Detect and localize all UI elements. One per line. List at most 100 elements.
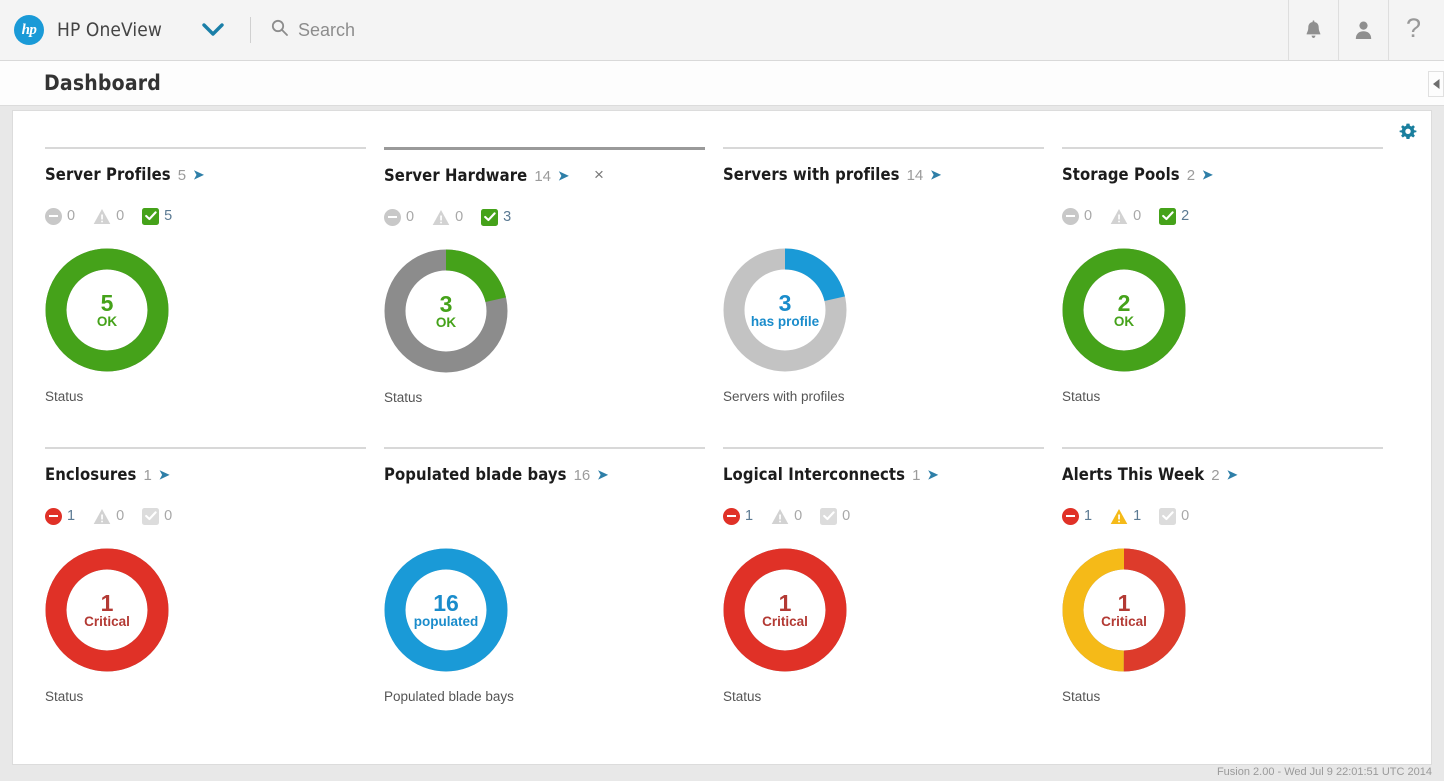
- card-header: Logical Interconnects1➤: [723, 465, 1044, 484]
- collapse-left-arrow-icon[interactable]: [1428, 71, 1444, 97]
- warning-status-icon: [1110, 508, 1128, 525]
- status-summary-row: 0 0 5: [45, 206, 366, 226]
- card-count: 5: [178, 167, 186, 184]
- search-input[interactable]: [298, 20, 598, 41]
- status-ok-count[interactable]: 3: [481, 209, 511, 226]
- card-drilldown-arrow-icon[interactable]: ➤: [193, 167, 204, 183]
- dashboard-card[interactable]: Storage Pools2➤ 0 0 2 2OK Status: [1062, 147, 1401, 447]
- card-header: Storage Pools2➤: [1062, 165, 1383, 184]
- status-warning-count[interactable]: 1: [1110, 508, 1141, 525]
- status-critical-count[interactable]: 1: [723, 508, 753, 525]
- warning-status-icon: [432, 209, 450, 226]
- status-warning-count[interactable]: 0: [1110, 208, 1141, 225]
- dashboard-panel: Server Profiles5➤0055OKStatusServer Hard…: [12, 110, 1432, 765]
- donut-chart: [45, 548, 169, 672]
- card-count: 14: [534, 168, 551, 185]
- status-ok-count[interactable]: 5: [142, 208, 172, 225]
- donut-chart-wrapper[interactable]: 5OK: [45, 248, 169, 372]
- status-warning-count[interactable]: 0: [432, 209, 463, 226]
- card-header: Alerts This Week2➤: [1062, 465, 1383, 484]
- status-warning-count[interactable]: 0: [771, 508, 802, 525]
- card-drilldown-arrow-icon[interactable]: ➤: [159, 467, 170, 483]
- donut-chart-wrapper[interactable]: 16populated: [384, 548, 508, 672]
- status-count-value: 5: [164, 208, 172, 224]
- version-timestamp-label: Fusion 2.00 - Wed Jul 9 22:01:51 UTC 201…: [1217, 766, 1432, 778]
- search-icon: [271, 19, 288, 41]
- card-drilldown-arrow-icon[interactable]: ➤: [927, 467, 938, 483]
- donut-caption: Status: [1062, 389, 1383, 404]
- card-drilldown-arrow-icon[interactable]: ➤: [558, 168, 569, 184]
- card-top-rule: [384, 147, 705, 150]
- status-critical-count[interactable]: 0: [384, 209, 414, 226]
- card-header: Server Hardware14➤×: [384, 166, 705, 185]
- ok-status-icon: [1159, 508, 1176, 525]
- donut-caption: Status: [45, 389, 366, 404]
- donut-chart: [723, 548, 847, 672]
- search-area[interactable]: [271, 19, 598, 41]
- card-top-rule: [1062, 447, 1383, 449]
- status-count-value: 0: [1133, 208, 1141, 224]
- donut-caption: Status: [45, 689, 366, 704]
- card-count: 1: [912, 467, 920, 484]
- donut-chart-wrapper[interactable]: 1Critical: [1062, 548, 1186, 672]
- status-ok-count[interactable]: 0: [142, 508, 172, 525]
- card-top-rule: [1062, 147, 1383, 149]
- status-ok-count[interactable]: 0: [820, 508, 850, 525]
- dashboard-card[interactable]: Alerts This Week2➤ 1 1 0 1Critical Status: [1062, 447, 1401, 747]
- donut-chart-wrapper[interactable]: 1Critical: [45, 548, 169, 672]
- ok-status-icon: [1159, 208, 1176, 225]
- donut-caption: Status: [1062, 689, 1383, 704]
- card-drilldown-arrow-icon[interactable]: ➤: [930, 167, 941, 183]
- page-title-bar: Dashboard: [0, 61, 1444, 106]
- status-count-value: 0: [67, 208, 75, 224]
- brand-area[interactable]: hp HP OneView: [0, 15, 162, 45]
- status-count-value: 0: [794, 508, 802, 524]
- donut-chart-wrapper[interactable]: 2OK: [1062, 248, 1186, 372]
- chevron-down-icon[interactable]: [200, 17, 226, 43]
- card-title: Enclosures: [45, 465, 136, 484]
- status-critical-count[interactable]: 1: [45, 508, 75, 525]
- dashboard-card[interactable]: Populated blade bays16➤16populatedPopula…: [384, 447, 723, 747]
- dashboard-card[interactable]: Server Profiles5➤0055OKStatus: [45, 147, 384, 447]
- notifications-bell-icon[interactable]: [1288, 0, 1338, 60]
- card-drilldown-arrow-icon[interactable]: ➤: [1227, 467, 1238, 483]
- status-warning-count[interactable]: 0: [93, 208, 124, 225]
- donut-chart: [45, 248, 169, 372]
- ok-status-icon: [142, 208, 159, 225]
- close-icon[interactable]: ×: [594, 166, 604, 183]
- donut-chart-wrapper[interactable]: 1Critical: [723, 548, 847, 672]
- dashboard-card[interactable]: Server Hardware14➤×0033OKStatus: [384, 147, 723, 447]
- donut-chart-wrapper[interactable]: 3has profile: [723, 248, 847, 372]
- status-critical-count[interactable]: 0: [1062, 208, 1092, 225]
- ok-status-icon: [481, 209, 498, 226]
- status-warning-count[interactable]: 0: [93, 508, 124, 525]
- brand-name-label: HP OneView: [57, 19, 162, 41]
- status-count-value: 1: [1084, 508, 1092, 524]
- card-count: 1: [143, 467, 151, 484]
- status-count-value: 0: [455, 209, 463, 225]
- card-count: 14: [907, 167, 924, 184]
- status-critical-count[interactable]: 1: [1062, 508, 1092, 525]
- status-count-value: 1: [1133, 508, 1141, 524]
- card-drilldown-arrow-icon[interactable]: ➤: [1202, 167, 1213, 183]
- card-header: Servers with profiles14➤: [723, 165, 1044, 184]
- card-title: Populated blade bays: [384, 465, 567, 484]
- donut-chart-wrapper[interactable]: 3OK: [384, 249, 508, 373]
- card-drilldown-arrow-icon[interactable]: ➤: [597, 467, 608, 483]
- card-top-rule: [723, 147, 1044, 149]
- user-account-icon[interactable]: [1338, 0, 1388, 60]
- footer-bar: Fusion 2.00 - Wed Jul 9 22:01:51 UTC 201…: [0, 765, 1444, 781]
- warning-status-icon: [1110, 208, 1128, 225]
- dashboard-card[interactable]: Servers with profiles14➤3has profileServ…: [723, 147, 1062, 447]
- ok-status-icon: [820, 508, 837, 525]
- status-ok-count[interactable]: 2: [1159, 208, 1189, 225]
- dashboard-card[interactable]: Logical Interconnects1➤1001CriticalStatu…: [723, 447, 1062, 747]
- help-icon[interactable]: ?: [1388, 0, 1438, 60]
- donut-caption: Populated blade bays: [384, 689, 705, 704]
- dashboard-card[interactable]: Enclosures 1 ➤ 1 0 0 1Critical Status: [45, 447, 384, 747]
- donut-caption: Status: [384, 390, 705, 405]
- status-ok-count[interactable]: 0: [1159, 508, 1189, 525]
- gear-icon[interactable]: [1399, 123, 1417, 141]
- ok-status-icon: [142, 508, 159, 525]
- status-critical-count[interactable]: 0: [45, 208, 75, 225]
